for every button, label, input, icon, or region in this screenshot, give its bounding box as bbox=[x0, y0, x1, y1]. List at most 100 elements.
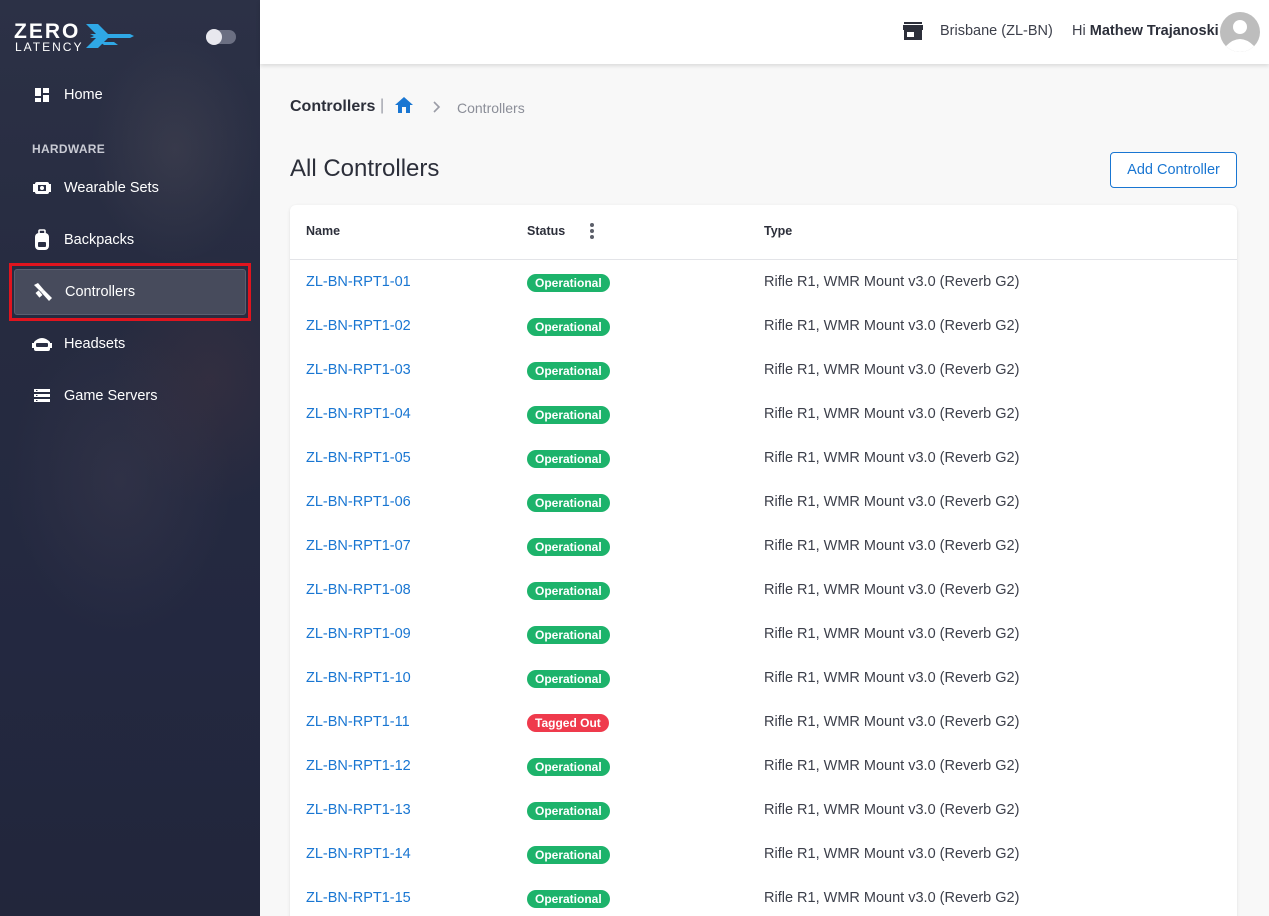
controller-name-link[interactable]: ZL-BN-RPT1-09 bbox=[306, 626, 411, 642]
sidebar-item-controllers[interactable]: Controllers bbox=[14, 269, 246, 315]
controller-type: Rifle R1, WMR Mount v3.0 (Reverb G2) bbox=[764, 494, 1020, 510]
table-row[interactable]: ZL-BN-RPT1-02 Operational Rifle R1, WMR Mo… bbox=[290, 304, 1237, 348]
controller-type: Rifle R1, WMR Mount v3.0 (Reverb G2) bbox=[764, 626, 1020, 642]
sidebar-item-label: Controllers bbox=[65, 284, 136, 300]
sidebar-item-label: Wearable Sets bbox=[64, 180, 159, 196]
table-row[interactable]: ZL-BN-RPT1-09 Operational Rifle R1, WMR Mo… bbox=[290, 612, 1237, 656]
column-header-name[interactable]: Name bbox=[306, 224, 340, 238]
user-avatar-icon bbox=[1226, 20, 1254, 52]
location-label[interactable]: Brisbane (ZL-BN) bbox=[940, 23, 1053, 39]
table-row[interactable]: ZL-BN-RPT1-08 Operational Rifle R1, WMR Mo… bbox=[290, 568, 1237, 612]
status-badge: Operational bbox=[527, 802, 610, 820]
status-badge: Operational bbox=[527, 890, 610, 908]
sidebar: ZERO LATENCY Home HARDWARE Wearable Sets… bbox=[0, 0, 260, 916]
controller-name-link[interactable]: ZL-BN-RPT1-07 bbox=[306, 538, 411, 554]
table-row[interactable]: ZL-BN-RPT1-05 Operational Rifle R1, WMR Mo… bbox=[290, 436, 1237, 480]
breadcrumb-current: Controllers bbox=[457, 100, 525, 116]
table-row[interactable]: ZL-BN-RPT1-03 Operational Rifle R1, WMR Mo… bbox=[290, 348, 1237, 392]
status-badge: Operational bbox=[527, 538, 610, 556]
breadcrumb-title: Controllers bbox=[290, 98, 376, 115]
table-row[interactable]: ZL-BN-RPT1-12 Operational Rifle R1, WMR Mo… bbox=[290, 744, 1237, 788]
column-menu-icon[interactable] bbox=[586, 222, 598, 242]
plane-logo-icon bbox=[86, 24, 134, 48]
controller-type: Rifle R1, WMR Mount v3.0 (Reverb G2) bbox=[764, 670, 1020, 686]
table-row[interactable]: ZL-BN-RPT1-07 Operational Rifle R1, WMR Mo… bbox=[290, 524, 1237, 568]
status-badge: Tagged Out bbox=[527, 714, 609, 732]
greeting-text: Hi bbox=[1072, 23, 1086, 39]
brand-logo-line2: LATENCY bbox=[15, 40, 84, 54]
controller-type: Rifle R1, WMR Mount v3.0 (Reverb G2) bbox=[764, 450, 1020, 466]
add-controller-button[interactable]: Add Controller bbox=[1110, 152, 1237, 188]
status-badge: Operational bbox=[527, 318, 610, 336]
controller-name-link[interactable]: ZL-BN-RPT1-03 bbox=[306, 362, 411, 378]
table-row[interactable]: ZL-BN-RPT1-11 Tagged Out Rifle R1, WMR Mou… bbox=[290, 700, 1237, 744]
controller-type: Rifle R1, WMR Mount v3.0 (Reverb G2) bbox=[764, 890, 1020, 906]
controller-name-link[interactable]: ZL-BN-RPT1-13 bbox=[306, 802, 411, 818]
sidebar-item-wearable-sets[interactable]: Wearable Sets bbox=[14, 165, 246, 211]
controller-type: Rifle R1, WMR Mount v3.0 (Reverb G2) bbox=[764, 318, 1020, 334]
controller-type: Rifle R1, WMR Mount v3.0 (Reverb G2) bbox=[764, 274, 1020, 290]
chevron-right-icon bbox=[431, 100, 441, 119]
controller-name-link[interactable]: ZL-BN-RPT1-05 bbox=[306, 450, 411, 466]
top-bar: Brisbane (ZL-BN) Hi Mathew Trajanoski bbox=[260, 0, 1269, 64]
toggle-knob bbox=[206, 29, 222, 45]
controller-name-link[interactable]: ZL-BN-RPT1-08 bbox=[306, 582, 411, 598]
status-badge: Operational bbox=[527, 406, 610, 424]
status-badge: Operational bbox=[527, 494, 610, 512]
avatar[interactable] bbox=[1220, 12, 1260, 52]
table-row[interactable]: ZL-BN-RPT1-15 Operational Rifle R1, WMR Mo… bbox=[290, 876, 1237, 916]
status-badge: Operational bbox=[527, 626, 610, 644]
status-badge: Operational bbox=[527, 758, 610, 776]
status-badge: Operational bbox=[527, 362, 610, 380]
controller-name-link[interactable]: ZL-BN-RPT1-06 bbox=[306, 494, 411, 510]
controller-name-link[interactable]: ZL-BN-RPT1-14 bbox=[306, 846, 411, 862]
brand-logo[interactable]: ZERO LATENCY bbox=[14, 20, 138, 54]
breadcrumb-separator: | bbox=[380, 97, 385, 114]
sidebar-item-home[interactable]: Home bbox=[14, 72, 246, 118]
column-header-status[interactable]: Status bbox=[527, 224, 565, 238]
controller-name-link[interactable]: ZL-BN-RPT1-10 bbox=[306, 670, 411, 686]
controller-name-link[interactable]: ZL-BN-RPT1-02 bbox=[306, 318, 411, 334]
status-badge: Operational bbox=[527, 670, 610, 688]
dashboard-icon bbox=[22, 87, 62, 103]
theme-toggle[interactable] bbox=[206, 29, 236, 45]
column-header-type[interactable]: Type bbox=[764, 224, 792, 238]
controllers-table: Name Status Type ZL-BN-RPT1-01 Operationa… bbox=[290, 205, 1237, 916]
backpack-icon bbox=[22, 229, 62, 251]
headset-icon bbox=[22, 334, 62, 354]
home-icon[interactable] bbox=[394, 96, 414, 119]
sidebar-item-backpacks[interactable]: Backpacks bbox=[14, 217, 246, 263]
controller-name-link[interactable]: ZL-BN-RPT1-12 bbox=[306, 758, 411, 774]
table-row[interactable]: ZL-BN-RPT1-06 Operational Rifle R1, WMR Mo… bbox=[290, 480, 1237, 524]
controller-type: Rifle R1, WMR Mount v3.0 (Reverb G2) bbox=[764, 406, 1020, 422]
wearable-icon bbox=[22, 178, 62, 198]
status-badge: Operational bbox=[527, 274, 610, 292]
sidebar-item-label: Backpacks bbox=[64, 232, 135, 248]
controller-name-link[interactable]: ZL-BN-RPT1-11 bbox=[306, 714, 410, 730]
table-row[interactable]: ZL-BN-RPT1-01 Operational Rifle R1, WMR Mo… bbox=[290, 260, 1237, 304]
controller-type: Rifle R1, WMR Mount v3.0 (Reverb G2) bbox=[764, 362, 1020, 378]
table-row[interactable]: ZL-BN-RPT1-10 Operational Rifle R1, WMR Mo… bbox=[290, 656, 1237, 700]
sidebar-item-game-servers[interactable]: Game Servers bbox=[14, 373, 246, 419]
status-badge: Operational bbox=[527, 450, 610, 468]
table-row[interactable]: ZL-BN-RPT1-13 Operational Rifle R1, WMR Mo… bbox=[290, 788, 1237, 832]
table-row[interactable]: ZL-BN-RPT1-14 Operational Rifle R1, WMR Mo… bbox=[290, 832, 1237, 876]
controller-type: Rifle R1, WMR Mount v3.0 (Reverb G2) bbox=[764, 538, 1020, 554]
controller-name-link[interactable]: ZL-BN-RPT1-01 bbox=[306, 274, 411, 290]
table-row[interactable]: ZL-BN-RPT1-04 Operational Rifle R1, WMR Mo… bbox=[290, 392, 1237, 436]
user-name: Mathew Trajanoski bbox=[1089, 23, 1219, 39]
controller-type: Rifle R1, WMR Mount v3.0 (Reverb G2) bbox=[764, 758, 1020, 774]
controller-type: Rifle R1, WMR Mount v3.0 (Reverb G2) bbox=[764, 802, 1020, 818]
sidebar-item-label: Home bbox=[64, 87, 103, 103]
sidebar-item-label: Game Servers bbox=[64, 388, 158, 404]
controller-type: Rifle R1, WMR Mount v3.0 (Reverb G2) bbox=[764, 714, 1020, 730]
server-icon bbox=[22, 389, 62, 403]
controller-icon bbox=[23, 281, 63, 303]
sidebar-section-hardware: HARDWARE bbox=[32, 142, 106, 156]
sidebar-item-label: Headsets bbox=[64, 336, 126, 352]
controller-name-link[interactable]: ZL-BN-RPT1-04 bbox=[306, 406, 411, 422]
store-icon[interactable] bbox=[903, 22, 923, 45]
status-badge: Operational bbox=[527, 582, 610, 600]
sidebar-item-headsets[interactable]: Headsets bbox=[14, 321, 246, 367]
controller-name-link[interactable]: ZL-BN-RPT1-15 bbox=[306, 890, 411, 906]
